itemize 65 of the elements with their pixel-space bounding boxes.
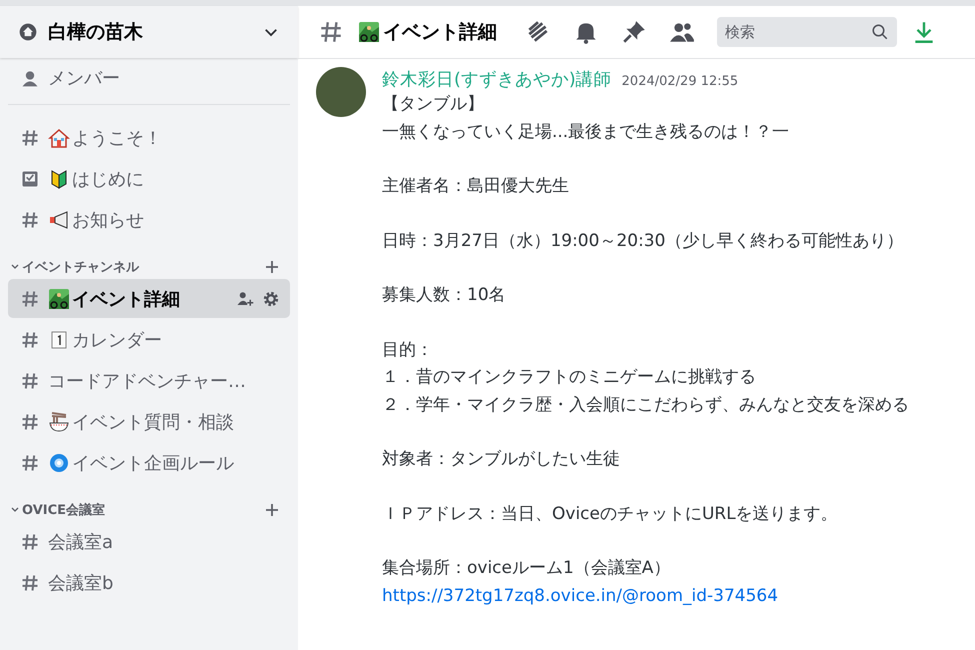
message-line: 【タンブル】	[382, 93, 485, 116]
message-line: 対象者：タンブルがしたい生徒	[382, 448, 621, 471]
channel-item[interactable]: イベント企画ルール	[8, 443, 290, 482]
message-line: 集合場所：oviceルーム1（会議室A）	[382, 557, 672, 580]
channel-title: イベント詳細	[383, 20, 497, 45]
house-icon	[48, 126, 70, 148]
channel-label: お知らせ	[72, 208, 144, 232]
server-header[interactable]: 白樺の苗木	[0, 6, 298, 58]
settings-icon[interactable]	[262, 290, 280, 308]
message-line: 一無くなっていく足場...最後まで生き残るのは！？一	[382, 120, 790, 144]
message-line: 主催者名：島田優大先生	[382, 175, 570, 198]
hash-icon	[20, 128, 40, 148]
hash-icon	[20, 532, 40, 552]
hash-icon	[20, 210, 40, 230]
channel-label: イベント質問・相談	[72, 410, 234, 434]
plus-icon[interactable]	[264, 259, 280, 275]
megaphone-icon	[48, 208, 70, 230]
hash-icon	[20, 330, 40, 350]
message-timestamp: 2024/02/29 12:55	[622, 74, 738, 89]
category-name[interactable]: OVICE会議室	[22, 501, 262, 519]
channel-item[interactable]: お知らせ	[8, 200, 290, 239]
noodle-bowl-icon	[48, 410, 70, 432]
cyclone-icon	[48, 452, 70, 474]
channel-label: イベント詳細	[72, 288, 180, 310]
house-badge-icon	[18, 22, 38, 42]
message-line: ＩＰアドレス：当日、OviceのチャットにURLを送ります。	[382, 502, 839, 526]
message-line: 目的：	[382, 338, 434, 362]
checklist-icon	[20, 168, 40, 188]
channel-item[interactable]: イベント詳細	[8, 279, 290, 318]
channel-label: はじめに	[72, 168, 144, 190]
hash-icon	[20, 452, 40, 472]
channel-item[interactable]: カレンダー	[8, 320, 290, 359]
channel-item[interactable]: コードアドベンチャー…	[8, 361, 290, 400]
hash-icon	[20, 412, 40, 432]
channel-item[interactable]: ようこそ！	[8, 118, 290, 157]
message-line: 募集人数：10名	[382, 284, 507, 307]
mountain-bike-icon	[48, 288, 70, 310]
channel-item[interactable]: はじめに	[8, 159, 290, 198]
channel-item[interactable]: 会議室b	[8, 563, 290, 602]
add-member-icon[interactable]	[236, 290, 254, 308]
category-name[interactable]: イベントチャンネル	[22, 258, 262, 276]
mountain-bike-icon	[358, 21, 380, 43]
hash-icon	[20, 288, 40, 308]
item-label: メンバー	[48, 67, 120, 90]
channel-label: ようこそ！	[72, 126, 162, 150]
message-link[interactable]: https://372tg17zq8.ovice.in/@room_id-374564	[382, 582, 975, 610]
channel-label: コードアドベンチャー…	[48, 370, 246, 392]
avatar[interactable]	[316, 67, 366, 117]
author-name[interactable]: 鈴木彩日(すずきあやか)講師	[382, 67, 612, 91]
hash-icon	[20, 572, 40, 592]
server-name: 白樺の苗木	[48, 20, 144, 45]
channel-label: 会議室a	[48, 530, 114, 554]
members-item[interactable]: メンバー	[8, 63, 290, 93]
channel-item[interactable]: イベント質問・相談	[8, 402, 290, 441]
hash-icon	[20, 370, 40, 390]
channel-label: イベント企画ルール	[72, 452, 234, 474]
plus-icon[interactable]	[264, 502, 280, 518]
channel-label: 会議室b	[48, 572, 114, 594]
message-line: ２．学年・マイクラ歴・入会順にこだわらず、みんなと交友を深める	[382, 394, 910, 416]
channel-label: カレンダー	[72, 328, 162, 352]
channel-item[interactable]: 会議室a	[8, 522, 290, 561]
pin-icon[interactable]	[621, 19, 647, 45]
message-line: １．昔のマインクラフトのミニゲームに挑戦する	[382, 366, 757, 389]
search-field[interactable]: 検索	[717, 17, 897, 47]
message-line: 日時：3月27日（水）19:00～20:30（少し早く終わる可能性あり）	[382, 230, 904, 252]
